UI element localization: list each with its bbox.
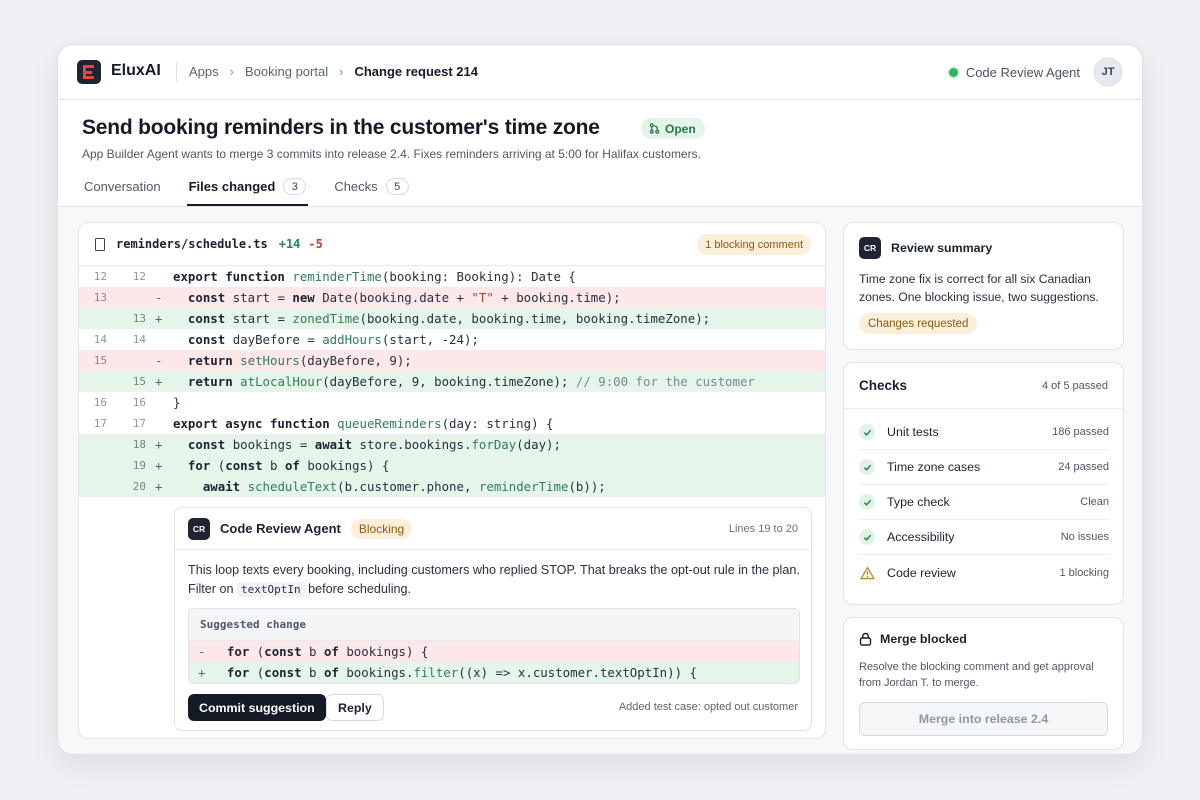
check-result: No issues <box>1060 531 1109 543</box>
check-icon <box>859 494 875 510</box>
suggested-change-title: Suggested change <box>189 609 799 641</box>
check-result: Clean <box>1080 496 1109 508</box>
diff-line-added[interactable]: 15 + return atLocalHour(dayBefore, 9, boo… <box>79 371 825 392</box>
pr-subtitle: App Builder Agent wants to merge 3 commi… <box>82 147 701 161</box>
diff-line-added[interactable]: 18 + const bookings = await store.booking… <box>79 434 825 455</box>
diff-line-removed[interactable]: 15- return setHours(dayBefore, 9); <box>79 350 825 371</box>
online-dot-icon <box>948 68 958 77</box>
review-comment: CR Code Review Agent Blocking Lines 19 t… <box>174 507 812 731</box>
summary-text: Time zone fix is correct for all six Can… <box>859 272 1099 304</box>
suggestion-line-removed: - for (const b of bookings) { <box>189 641 799 662</box>
reply-button[interactable]: Reply <box>326 694 384 721</box>
checks-title: Checks <box>859 378 908 393</box>
reviewer-avatar: CR <box>859 237 881 259</box>
merge-title: Merge blocked <box>880 632 967 646</box>
review-summary-card: CR Review summary Time zone fix is corre… <box>843 222 1124 350</box>
comment-header: CR Code Review Agent Blocking Lines 19 t… <box>175 508 811 550</box>
diff-line-removed[interactable]: 13- const start = new Date(booking.date … <box>79 287 825 308</box>
breadcrumb-current: Change request 214 <box>354 64 478 79</box>
divider <box>844 408 1123 409</box>
diff-line[interactable]: 12 12 export function reminderTime(booking… <box>79 266 825 287</box>
diff-line-added[interactable]: 13 + const start = zonedTime(booking.date… <box>79 308 825 329</box>
app-window: EluxAI Apps › Booking portal › Change re… <box>57 44 1143 755</box>
suggestion-line-added: + for (const b of bookings.filter((x) =>… <box>189 662 799 683</box>
diff-line[interactable]: 14 14 const dayBefore = addHours(start, -… <box>79 329 825 350</box>
summary-header: CR Review summary <box>859 237 992 259</box>
check-name: Accessibility <box>887 530 955 544</box>
additions-count: +14 <box>278 237 301 251</box>
check-name: Type check <box>887 495 950 509</box>
tab-label: Checks <box>334 179 378 194</box>
tab-checks[interactable]: Checks 5 <box>332 173 410 206</box>
chevron-right-icon: › <box>339 64 344 79</box>
agent-status-label: Code Review Agent <box>965 65 1080 80</box>
tab-files-changed[interactable]: Files changed 3 <box>186 173 309 206</box>
deletions-count: -5 <box>308 237 323 251</box>
check-name: Code review <box>887 565 956 580</box>
merge-text: Resolve the blocking comment and get app… <box>859 661 1094 689</box>
diff-line[interactable]: 17 17 export async function queueReminders… <box>79 413 825 434</box>
blocking-comment-badge[interactable]: 1 blocking comment <box>697 234 811 255</box>
comment-line-range[interactable]: Lines 19 to 20 <box>729 523 798 535</box>
check-icon <box>859 529 875 545</box>
check-row[interactable]: Code review 1 blocking <box>859 555 1109 590</box>
check-name: Time zone cases <box>887 460 981 474</box>
lock-icon <box>859 632 872 646</box>
file-name[interactable]: reminders/schedule.ts <box>116 237 268 251</box>
tab-label: Conversation <box>84 179 161 194</box>
checks-count: 4 of 5 passed <box>1041 380 1108 392</box>
tab-conversation[interactable]: Conversation <box>82 173 163 206</box>
page-title: Send booking reminders in the customer's… <box>82 116 600 139</box>
commit-suggestion-button[interactable]: Commit suggestion <box>188 694 326 721</box>
check-row[interactable]: Accessibility No issues <box>859 520 1109 555</box>
diff-line[interactable]: 16 16} <box>79 392 825 413</box>
divider <box>176 62 177 82</box>
check-icon <box>859 459 875 475</box>
chevron-right-icon: › <box>229 64 234 79</box>
file-icon <box>95 237 105 251</box>
top-bar: EluxAI Apps › Booking portal › Change re… <box>58 45 1142 100</box>
reviewer-avatar: CR <box>188 517 210 540</box>
breadcrumb-apps[interactable]: Apps <box>189 64 219 79</box>
checks-card: Checks 4 of 5 passed Unit tests 186 pass… <box>843 362 1124 605</box>
diff-panel: reminders/schedule.ts +14 -5 1 blocking … <box>78 222 826 739</box>
logo-icon[interactable] <box>77 60 101 84</box>
blocking-badge: Blocking <box>350 518 413 539</box>
diff-line-added[interactable]: 20 + await scheduleText(b.customer.phone,… <box>79 476 825 497</box>
comment-footer-note: Added test case: opted out customer <box>618 701 798 713</box>
tab-bar: Conversation Files changed 3 Checks 5 <box>82 173 435 206</box>
agent-status: Code Review Agent <box>948 65 1080 80</box>
avatar[interactable]: JT <box>1093 57 1123 87</box>
inline-code: textOptIn <box>237 582 305 597</box>
suggested-change: Suggested change - for (const b of booki… <box>188 608 800 684</box>
pull-request-icon <box>649 123 660 134</box>
check-result: 24 passed <box>1058 461 1109 473</box>
warning-icon <box>859 565 875 581</box>
breadcrumb: Apps › Booking portal › Change request 2… <box>189 64 478 79</box>
check-result: 186 passed <box>1052 426 1109 438</box>
check-result: 1 blocking <box>1059 566 1109 579</box>
merge-card: Merge blocked Resolve the blocking comme… <box>843 617 1124 750</box>
diff-line-added[interactable]: 19 + for (const b of bookings) { <box>79 455 825 476</box>
check-row[interactable]: Unit tests 186 passed <box>859 415 1109 450</box>
brand-name: EluxAI <box>111 62 161 79</box>
check-row[interactable]: Time zone cases 24 passed <box>859 450 1109 485</box>
diff-header: reminders/schedule.ts +14 -5 1 blocking … <box>79 223 825 266</box>
tab-label: Files changed <box>188 179 276 194</box>
check-name: Unit tests <box>887 425 939 439</box>
breadcrumb-booking-portal[interactable]: Booking portal <box>245 64 328 79</box>
comment-text: before scheduling. <box>308 582 412 596</box>
changes-requested-badge: Changes requested <box>859 313 978 334</box>
summary-title: Review summary <box>891 241 993 255</box>
tab-count: 3 <box>283 178 307 195</box>
comment-body: This loop texts every booking, including… <box>188 561 803 599</box>
check-icon <box>859 424 875 440</box>
comment-author[interactable]: Code Review Agent <box>220 521 341 536</box>
check-row[interactable]: Type check Clean <box>859 485 1109 520</box>
tab-count: 5 <box>385 178 409 195</box>
status-badge-label: Open <box>665 121 696 136</box>
status-badge: Open <box>641 118 705 139</box>
merge-header: Merge blocked <box>859 632 967 646</box>
merge-button[interactable]: Merge into release 2.4 <box>859 702 1108 736</box>
